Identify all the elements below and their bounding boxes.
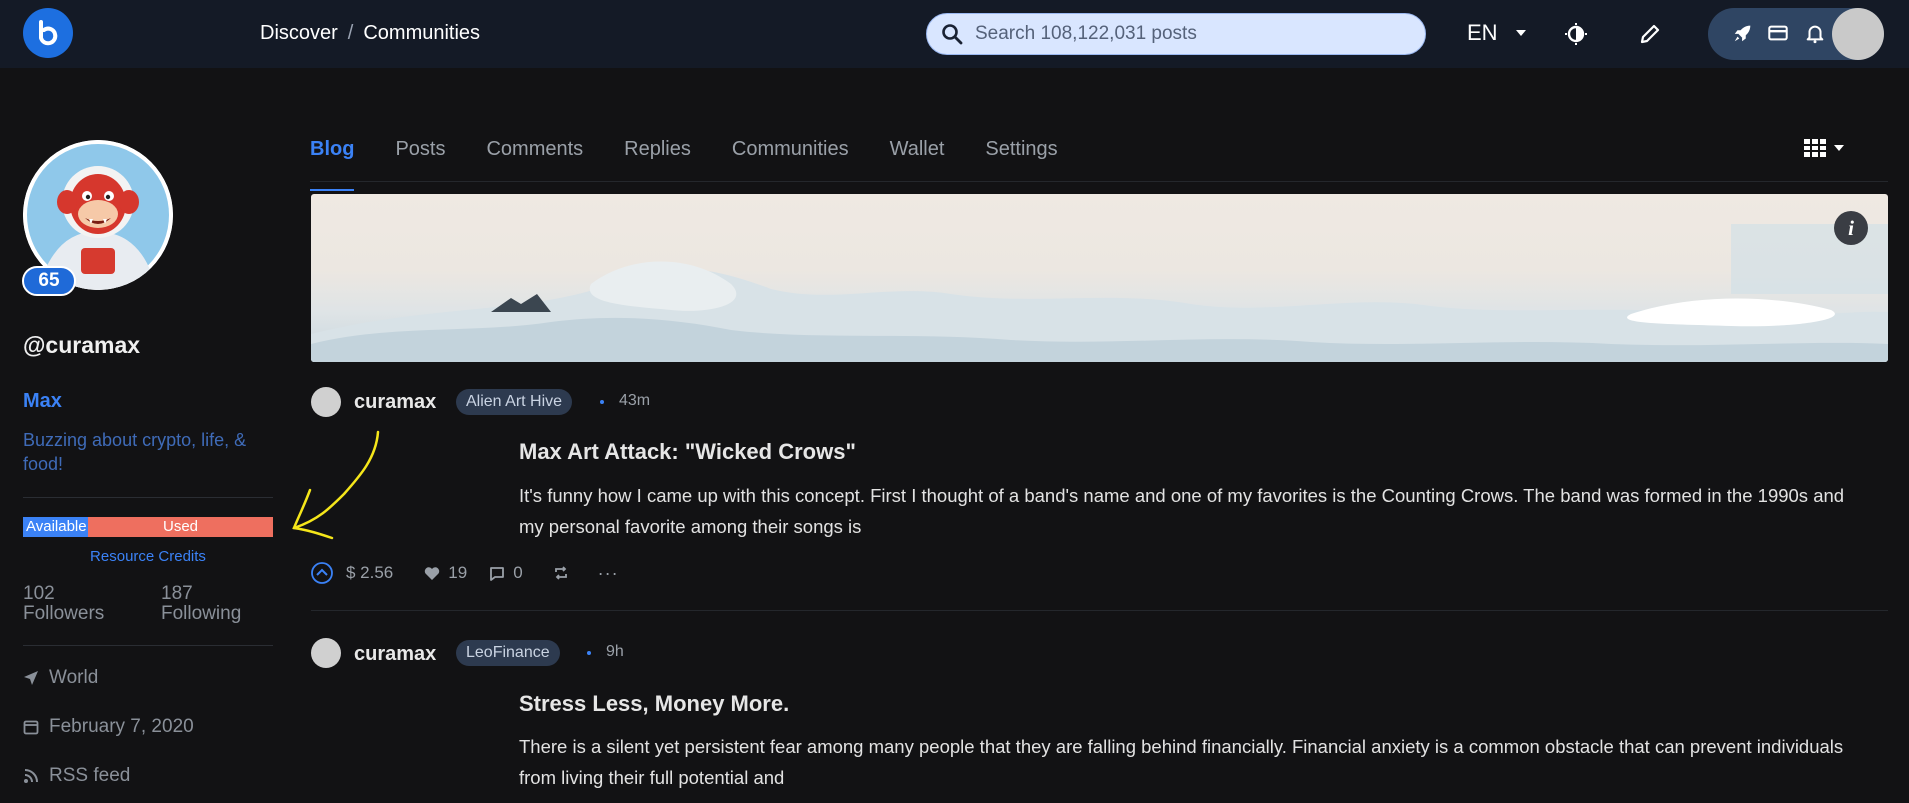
profile-display-name: Max <box>23 390 62 412</box>
theme-toggle-icon[interactable] <box>1564 22 1588 46</box>
profile-tabs: Blog Posts Comments Replies Communities Walle… <box>310 138 1099 191</box>
tab-blog[interactable]: Blog <box>310 138 355 191</box>
tabs-divider <box>310 181 1888 182</box>
grid-view-icon <box>1804 139 1826 157</box>
vote-count[interactable]: 19 <box>448 563 467 583</box>
tab-settings[interactable]: Settings <box>985 138 1057 191</box>
heart-icon[interactable] <box>424 566 440 581</box>
location-arrow-icon <box>24 671 38 685</box>
wallet-card-icon[interactable] <box>1767 22 1789 44</box>
bell-icon[interactable] <box>1804 22 1826 44</box>
post-payout[interactable]: $ 2.56 <box>346 563 393 583</box>
location-text: World <box>49 667 99 688</box>
user-avatar[interactable] <box>1832 8 1884 60</box>
language-selector[interactable]: EN <box>1467 20 1526 46</box>
calendar-icon <box>23 720 39 735</box>
tab-communities[interactable]: Communities <box>732 138 849 191</box>
post-author-avatar[interactable] <box>311 387 341 417</box>
breadcrumb-communities[interactable]: Communities <box>363 22 480 45</box>
tab-posts[interactable]: Posts <box>395 138 445 191</box>
rc-used-segment: Used <box>88 517 273 537</box>
breadcrumb-separator: / <box>347 22 354 44</box>
post-time: 43m <box>619 392 651 409</box>
search-box[interactable] <box>926 13 1426 55</box>
profile-about: Buzzing about crypto, life, & food! <box>23 430 247 474</box>
breadcrumb-discover[interactable]: Discover <box>260 22 338 45</box>
reputation-badge: 65 <box>22 266 76 296</box>
profile-cover-image <box>311 194 1888 362</box>
separator-dot <box>600 400 604 404</box>
info-icon[interactable]: i <box>1834 211 1868 245</box>
joined-date: February 7, 2020 <box>49 716 194 737</box>
post-author[interactable]: curamax <box>354 643 436 666</box>
post-actions: $ 2.56 19 0 ··· <box>311 562 619 584</box>
followers-label: Followers <box>23 603 105 624</box>
tab-wallet[interactable]: Wallet <box>890 138 945 191</box>
rc-available-segment: Available <box>23 517 88 537</box>
profile-location: World <box>23 667 98 689</box>
rss-link: RSS feed <box>49 765 131 786</box>
search-input[interactable] <box>975 23 1395 45</box>
divider <box>23 497 273 498</box>
rss-icon <box>24 769 38 783</box>
separator-dot <box>587 651 591 655</box>
tab-replies[interactable]: Replies <box>624 138 691 191</box>
top-bar: Discover / Communities EN <box>0 0 1909 68</box>
more-options-icon[interactable]: ··· <box>598 563 619 584</box>
post-community-tag[interactable]: Alien Art Hive <box>456 389 573 415</box>
post-title[interactable]: Max Art Attack: "Wicked Crows" <box>519 439 856 465</box>
following-stat[interactable]: 187 Following <box>161 584 241 624</box>
chevron-down-icon <box>1515 30 1526 36</box>
post-author[interactable]: curamax <box>354 391 436 414</box>
pencil-icon[interactable] <box>1638 22 1662 46</box>
cloud-landscape-image <box>311 224 1888 362</box>
resource-credits-label: Resource Credits <box>90 548 206 565</box>
comment-icon[interactable] <box>489 566 505 581</box>
post-title[interactable]: Stress Less, Money More. <box>519 691 789 717</box>
following-label: Following <box>161 603 242 624</box>
following-count: 187 <box>161 583 193 604</box>
breadcrumb: Discover / Communities <box>260 22 480 45</box>
tab-comments[interactable]: Comments <box>486 138 583 191</box>
post-divider <box>311 610 1888 611</box>
comment-count[interactable]: 0 <box>513 563 522 583</box>
app-logo[interactable] <box>23 8 73 58</box>
followers-count: 102 <box>23 583 55 604</box>
followers-stat[interactable]: 102 Followers <box>23 584 104 624</box>
post-community-tag[interactable]: LeoFinance <box>456 640 560 666</box>
post-excerpt[interactable]: There is a silent yet persistent fear am… <box>519 731 1864 793</box>
upvote-icon[interactable] <box>311 562 333 584</box>
rocket-icon[interactable] <box>1732 22 1754 44</box>
annotation-arrow <box>292 430 380 540</box>
divider <box>23 645 273 646</box>
view-mode-toggle[interactable] <box>1804 139 1844 157</box>
reblog-icon[interactable] <box>553 565 569 581</box>
post-excerpt[interactable]: It's funny how I came up with this conce… <box>519 480 1864 542</box>
logo-icon <box>39 20 58 46</box>
profile-handle: @curamax <box>23 332 141 358</box>
search-icon <box>942 24 963 45</box>
language-label: EN <box>1467 20 1498 45</box>
post-author-avatar[interactable] <box>311 638 341 668</box>
profile-rss[interactable]: RSS feed <box>23 765 130 787</box>
chevron-down-icon <box>1834 145 1844 151</box>
profile-joined: February 7, 2020 <box>23 716 194 738</box>
post-time: 9h <box>606 643 624 660</box>
resource-credits-bar[interactable]: Available Used <box>23 517 273 537</box>
